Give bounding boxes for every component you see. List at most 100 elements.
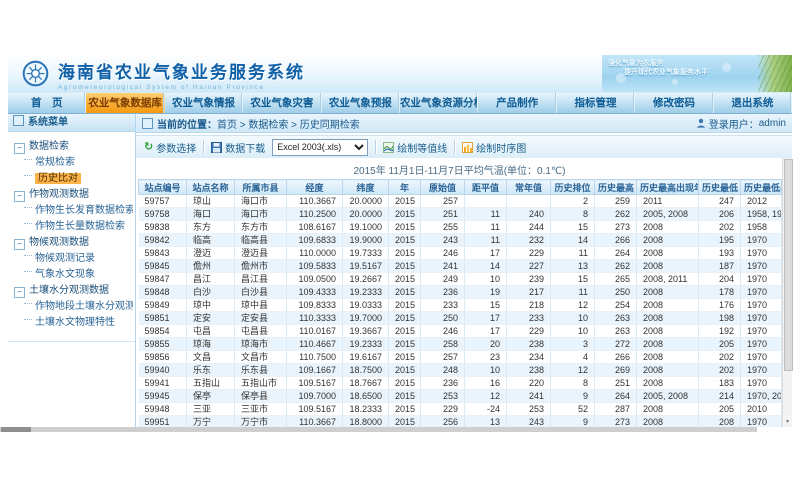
nav-item[interactable]: 农业气象情报 (165, 93, 243, 113)
table-row[interactable]: 59849琼中琼中县109.833319.0333201523315218122… (139, 299, 782, 312)
collapse-icon[interactable]: − (14, 143, 25, 154)
nav-item[interactable]: 农业气象资源分析 (400, 93, 478, 113)
tree-node[interactable]: −土壤水分观测数据 (14, 283, 133, 299)
cell: 万宁市 (235, 416, 287, 428)
cell: 2005, 2008 (637, 208, 699, 221)
table-row[interactable]: 59854屯昌屯昌县110.016719.3667201524617229102… (139, 325, 782, 338)
download-format-select[interactable]: Excel 2003(.xls) (272, 139, 368, 156)
tree-node[interactable]: −数据检索 (14, 139, 133, 155)
scrollbar-thumb[interactable] (1, 427, 31, 432)
nav-item[interactable]: 产品制作 (478, 93, 556, 113)
tree-item[interactable]: 作物生长量数据检索 (24, 219, 133, 235)
cell: 176 (699, 299, 741, 312)
table-row[interactable]: 59855琼海琼海市110.466719.2333201525820238327… (139, 338, 782, 351)
bubble (672, 79, 678, 85)
tree-item[interactable]: 气象水文现象 (24, 267, 133, 283)
cell: 109.7000 (287, 390, 343, 403)
table-row[interactable]: 59845儋州儋州市109.583319.5167201524114227132… (139, 260, 782, 273)
scroll-down-arrow[interactable]: ▾ (783, 418, 792, 427)
horizontal-scrollbar[interactable] (0, 427, 757, 432)
breadcrumb[interactable]: 首页 > 数据检索 > 历史同期检索 (217, 116, 360, 131)
tree-item[interactable]: 作物生长发育数据检索 (24, 203, 133, 219)
cell: 2008 (637, 364, 699, 377)
cell: 14 (551, 234, 595, 247)
tree-item[interactable]: 土壤水文物理特性 (24, 315, 133, 331)
table-row[interactable]: 59940乐东乐东县109.166718.7500201524810238122… (139, 364, 782, 377)
app-subtitle: Agrometeorological System of Hainan Prov… (58, 84, 305, 91)
cell: 海口市 (235, 195, 287, 208)
nav-item[interactable]: 首 页 (8, 93, 86, 113)
table-row[interactable]: 59838东方东方市108.616719.1000201525511244152… (139, 221, 782, 234)
download-button[interactable]: 数据下载 (211, 140, 265, 155)
cell: 3 (551, 338, 595, 351)
cell: 238 (507, 364, 551, 377)
nav-item[interactable]: 农业气象数据库 (86, 93, 164, 113)
nav-item[interactable]: 退出系统 (714, 93, 792, 113)
collapse-icon[interactable]: − (14, 191, 25, 202)
cell: 12 (551, 299, 595, 312)
cell: 东方市 (235, 221, 287, 234)
table-row[interactable]: 59842临高临高县109.683319.9000201524311232142… (139, 234, 782, 247)
table-row[interactable]: 59941五指山五指山市109.516718.76672015236162208… (139, 377, 782, 390)
cell: 临高县 (235, 234, 287, 247)
cell: 109.5167 (287, 377, 343, 390)
tree-item[interactable]: 作物地段土壤水分观测 (24, 299, 133, 315)
table-area: 2015年 11月1日-11月7日平均气温(单位：0.1℃) 站点编号站点名称所… (136, 158, 783, 427)
cell: 110.3333 (287, 312, 343, 325)
cell: 儋州 (187, 260, 235, 273)
cell: 1970 (741, 364, 782, 377)
user-icon (696, 118, 706, 128)
cell: 三亚 (187, 403, 235, 416)
param-select-button[interactable]: ↻ 参数选择 (144, 140, 196, 155)
table-row[interactable]: 59948三亚三亚市109.516718.23332015229-2425352… (139, 403, 782, 416)
table-row[interactable]: 59843澄迈澄迈县110.000019.7333201524617229112… (139, 247, 782, 260)
nav-item[interactable]: 修改密码 (635, 93, 713, 113)
table-row[interactable]: 59848白沙白沙县109.433319.2333201523619217112… (139, 286, 782, 299)
cell: 11 (551, 286, 595, 299)
table-row[interactable]: 59757琼山海口市110.366720.0000201525722592011… (139, 195, 782, 208)
separator (454, 140, 455, 154)
draw-timeseries-button[interactable]: 绘制时序图 (462, 140, 526, 155)
cell: 1970 (741, 247, 782, 260)
cell: 273 (595, 416, 637, 428)
cell: 109.5833 (287, 260, 343, 273)
cell: 227 (507, 260, 551, 273)
cell: 2015 (389, 338, 421, 351)
column-header: 年 (389, 180, 421, 195)
tree-item[interactable]: 物候观测记录 (24, 251, 133, 267)
tree-connector (24, 223, 32, 225)
tree-node[interactable]: −物候观测数据 (14, 235, 133, 251)
tree-item[interactable]: 历史比对 (24, 171, 133, 187)
cell: 202 (699, 364, 741, 377)
nav-item[interactable]: 指标管理 (557, 93, 635, 113)
tree-node[interactable]: −作物观测数据 (14, 187, 133, 203)
cell: 229 (507, 325, 551, 338)
cell: 109.1667 (287, 364, 343, 377)
cell: 110.0000 (287, 247, 343, 260)
cell: 262 (595, 260, 637, 273)
table-row[interactable]: 59945保亭保亭县109.700018.6500201525312241926… (139, 390, 782, 403)
cell: 澄迈 (187, 247, 235, 260)
vertical-scrollbar[interactable]: ▾ (782, 158, 792, 427)
tree-item[interactable]: 常规检索 (24, 155, 133, 171)
column-header: 经度 (287, 180, 343, 195)
cell: 琼海市 (235, 338, 287, 351)
table-row[interactable]: 59951万宁万宁市110.366718.8000201525613243927… (139, 416, 782, 428)
nav-item[interactable]: 农业气象预报 (322, 93, 400, 113)
collapse-icon[interactable]: − (14, 239, 25, 250)
cell: 2008 (637, 325, 699, 338)
tree-item-label: 作物生长发育数据检索 (35, 205, 133, 216)
cell: 264 (595, 390, 637, 403)
draw-contour-button[interactable]: 绘制等值线 (383, 140, 447, 155)
table-row[interactable]: 59856文昌文昌市110.750019.6167201525723234426… (139, 351, 782, 364)
table-row[interactable]: 59758海口海口市110.250020.0000201525111240826… (139, 208, 782, 221)
table-row[interactable]: 59851定安定安县110.333319.7000201525017233102… (139, 312, 782, 325)
cell: 14 (465, 260, 507, 273)
collapse-icon[interactable]: − (14, 287, 25, 298)
scrollbar-thumb[interactable] (784, 159, 793, 371)
nav-item[interactable]: 农业气象灾害 (243, 93, 321, 113)
table-row[interactable]: 59847昌江昌江县109.050019.2667201524910239152… (139, 273, 782, 286)
cell: 59856 (139, 351, 187, 364)
cell: 2015 (389, 403, 421, 416)
meteorology-logo-icon (22, 60, 49, 87)
